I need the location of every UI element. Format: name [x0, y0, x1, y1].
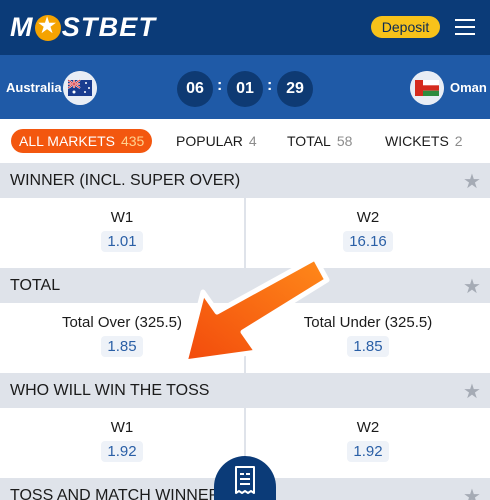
- outcome-odd: 1.85: [347, 336, 389, 357]
- logo-text-start: M: [10, 12, 34, 42]
- outcome-odd: 1.92: [347, 441, 389, 462]
- star-icon[interactable]: ★: [463, 484, 481, 500]
- tab-count: 58: [336, 133, 353, 149]
- market-title: TOSS AND MATCH WINNER: [10, 487, 221, 500]
- tab-label: WICKETS: [385, 133, 449, 149]
- market-tabs: ALL MARKETS 435 POPULAR 4 TOTAL 58 WICKETS 2: [0, 119, 490, 163]
- tab-wickets[interactable]: WICKETS 2: [385, 133, 463, 149]
- away-team-name: Oman: [450, 80, 487, 95]
- tab-total[interactable]: TOTAL 58: [287, 133, 352, 149]
- outcome-label: W2: [356, 419, 380, 436]
- market-header-winner[interactable]: WINNER (INCL. SUPER OVER) ★: [0, 163, 490, 198]
- outcome-label: Total Under (325.5): [303, 314, 433, 331]
- outcome-label: W1: [110, 419, 134, 436]
- outcome-w2[interactable]: W2 1.92: [246, 408, 490, 478]
- outcome-odd: 16.16: [343, 231, 393, 252]
- menu-icon[interactable]: [455, 19, 475, 35]
- tab-label: POPULAR: [176, 133, 243, 149]
- outcome-w1[interactable]: W1 1.92: [0, 408, 244, 478]
- outcome-w2[interactable]: W2 16.16: [246, 198, 490, 268]
- outcome-label: W1: [110, 209, 134, 226]
- outcome-w1[interactable]: W1 1.01: [0, 198, 244, 268]
- timer-separator: :: [217, 77, 223, 94]
- tab-count: 2: [454, 133, 463, 149]
- timer-separator: :: [267, 77, 273, 94]
- outcome-odd: 1.01: [101, 231, 143, 252]
- bet-slip-icon: [235, 466, 255, 494]
- tab-count: 4: [248, 133, 257, 149]
- timer-hours: 06: [177, 71, 213, 107]
- deposit-button[interactable]: Deposit: [371, 16, 440, 38]
- market-header-total[interactable]: TOTAL ★: [0, 268, 490, 303]
- star-icon[interactable]: ★: [463, 274, 481, 299]
- market-body-total: Total Over (325.5) 1.85 Total Under (325…: [0, 303, 490, 373]
- market-body-winner: W1 1.01 W2 16.16: [0, 198, 490, 268]
- tab-all-markets[interactable]: ALL MARKETS 435: [11, 129, 153, 153]
- outcome-label: W2: [356, 209, 380, 226]
- outcome-odd: 1.92: [101, 441, 143, 462]
- market-title: WINNER (INCL. SUPER OVER): [10, 172, 241, 189]
- timer-minutes: 01: [227, 71, 263, 107]
- outcome-total-under[interactable]: Total Under (325.5) 1.85: [246, 303, 490, 373]
- timer-seconds: 29: [277, 71, 313, 107]
- match-header: Australia 06 : 01 : 29 Oman: [0, 55, 490, 119]
- market-title: TOTAL: [10, 277, 61, 294]
- tab-count: 435: [120, 133, 145, 149]
- outcome-label: Total Over (325.5): [61, 314, 183, 331]
- home-team-name: Australia: [6, 80, 62, 95]
- flag-oman-icon: [410, 71, 444, 105]
- tab-popular[interactable]: POPULAR 4: [176, 133, 257, 149]
- market-header-toss[interactable]: WHO WILL WIN THE TOSS ★: [0, 373, 490, 408]
- brand-logo[interactable]: M STBET: [10, 12, 156, 43]
- star-icon[interactable]: ★: [463, 169, 481, 194]
- logo-star-icon: [34, 12, 61, 41]
- outcome-total-over[interactable]: Total Over (325.5) 1.85: [0, 303, 244, 373]
- flag-australia-icon: [63, 71, 97, 105]
- top-bar: M STBET Deposit: [0, 0, 490, 55]
- market-title: WHO WILL WIN THE TOSS: [10, 382, 210, 399]
- tab-label: TOTAL: [287, 133, 331, 149]
- logo-text-end: STBET: [61, 12, 157, 42]
- tab-label: ALL MARKETS: [19, 133, 115, 149]
- star-icon[interactable]: ★: [463, 379, 481, 404]
- outcome-odd: 1.85: [101, 336, 143, 357]
